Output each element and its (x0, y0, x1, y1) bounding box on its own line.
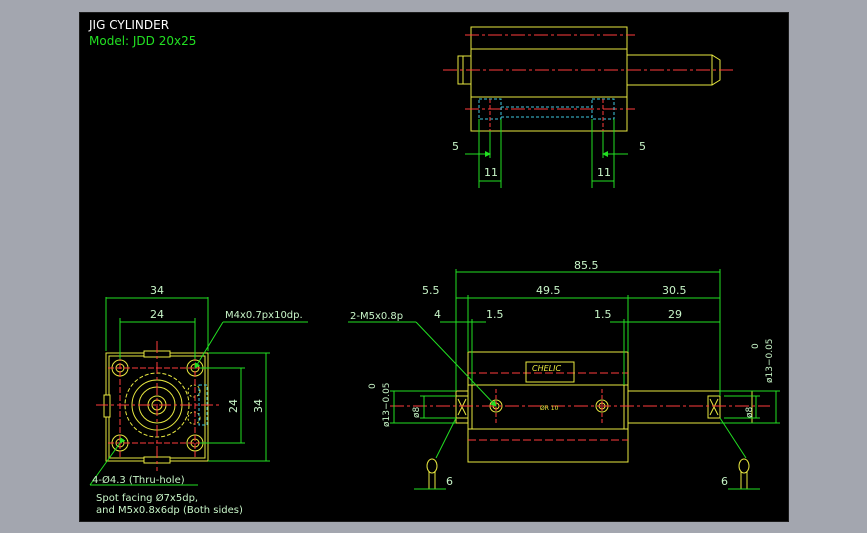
end-dim-34-width: 34 (150, 284, 164, 297)
front-dim-85-5: 85.5 (574, 259, 599, 272)
top-dim-5-left: 5 (452, 140, 459, 153)
front-dim-30-5: 30.5 (662, 284, 687, 297)
plate-port: ØR 10 (540, 405, 559, 412)
right-tol-upper: 0 (751, 343, 761, 349)
end-dim-24-height: 24 (227, 399, 240, 413)
front-dim-29: 29 (668, 308, 682, 321)
front-dim-49-5: 49.5 (536, 284, 561, 297)
right-tol-lower: ø13−0.05 (765, 338, 775, 383)
front-dim-4: 4 (434, 308, 441, 321)
drawing-sheet: JIG CYLINDER Model: JDD 20x25 5 11 5 11 … (79, 12, 789, 522)
name-plate: CHELIC ØR 10 (525, 361, 575, 412)
front-dim-1-5-left: 1.5 (486, 308, 504, 321)
spot-facing-note-2: and M5x0.8x6dp (Both sides) (96, 505, 243, 516)
left-dia-8: ø8 (412, 406, 422, 418)
end-view: 34 24 24 34 M4x0.7px10dp. 4-Ø4.3 (Thru-h… (89, 284, 308, 516)
port-note: 2-M5x0.8p (350, 311, 403, 322)
plate-brand: CHELIC (532, 364, 561, 373)
end-dim-24-width: 24 (150, 308, 164, 321)
end-dim-34-height: 34 (252, 399, 265, 413)
thread-note: M4x0.7px10dp. (225, 310, 303, 321)
right-pin (738, 458, 750, 489)
right-dia-8: ø8 (745, 406, 755, 418)
front-dim-1-5-right: 1.5 (594, 308, 612, 321)
spot-facing-note: Spot facing Ø7x5dp, (96, 492, 198, 504)
top-dim-11-right: 11 (597, 166, 611, 179)
hole-note: 4-Ø4.3 (Thru-hole) (92, 474, 185, 486)
left-end-dim-6: 6 (446, 475, 453, 488)
left-tol-upper: 0 (368, 383, 378, 389)
model-label: Model: JDD 20x25 (89, 34, 196, 48)
front-view: CHELIC ØR 10 85.5 5.5 49.5 30.5 4 1.5 1.… (348, 259, 780, 490)
drawing-title: JIG CYLINDER (88, 18, 169, 32)
top-dim-11-left: 11 (484, 166, 498, 179)
right-end-dim-6: 6 (721, 475, 728, 488)
top-dim-5-right: 5 (639, 140, 646, 153)
cad-drawing: JIG CYLINDER Model: JDD 20x25 5 11 5 11 … (88, 18, 780, 516)
top-view: 5 11 5 11 (443, 26, 735, 188)
left-pin (426, 458, 438, 489)
left-tol-lower: ø13−0.05 (382, 382, 392, 427)
front-dim-5-5: 5.5 (422, 284, 440, 297)
